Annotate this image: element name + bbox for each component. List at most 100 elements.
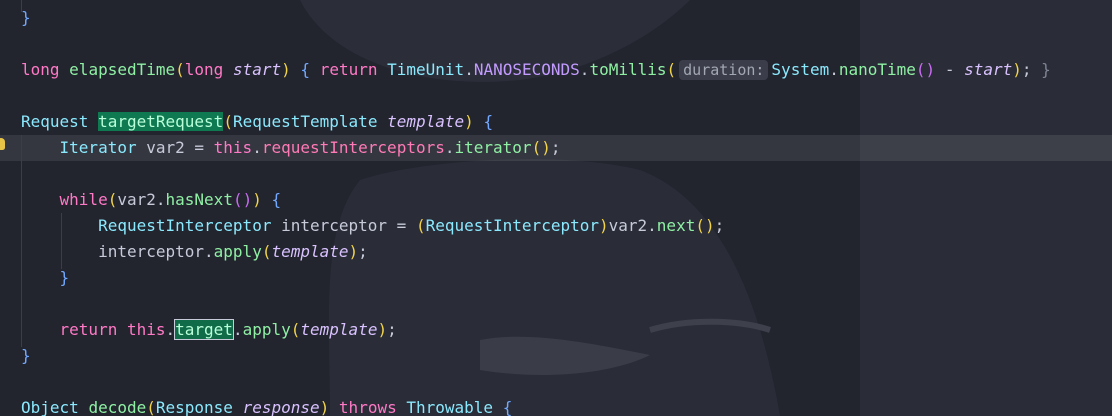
code-token: ()	[531, 138, 551, 157]
code-token: start	[232, 60, 282, 79]
code-line[interactable]: return this.target.apply(template);	[21, 317, 397, 343]
code-token: throws	[338, 398, 397, 416]
code-token: .	[444, 138, 455, 157]
code-line[interactable]: }	[21, 343, 31, 369]
code-token: var2.	[608, 216, 657, 235]
code-token: this	[126, 320, 166, 339]
code-token: var2.	[117, 190, 166, 209]
code-token: ;	[714, 216, 725, 235]
code-token: }	[1041, 60, 1051, 79]
code-token: this	[213, 138, 253, 157]
code-token: {	[300, 60, 311, 79]
code-token: requestInterceptors	[261, 138, 445, 157]
code-token: ()	[695, 216, 715, 235]
code-token: }	[59, 268, 70, 287]
code-token: return	[319, 60, 378, 79]
code-line[interactable]: interceptor.apply(template);	[21, 239, 368, 265]
code-line[interactable]: Request targetRequest(RequestTemplate te…	[21, 109, 493, 135]
code-token: Iterator	[59, 138, 137, 157]
code-token: ()	[232, 190, 253, 209]
code-token: )	[348, 242, 359, 261]
code-token: {	[271, 190, 282, 209]
code-token: System	[771, 60, 830, 79]
code-token: (	[175, 60, 185, 79]
code-token: RequestInterceptor	[425, 216, 599, 235]
code-line[interactable]: Object decode(Response response) throws …	[21, 395, 512, 416]
code-token: .	[464, 60, 474, 79]
code-line[interactable]: }	[21, 5, 31, 31]
code-token: -	[935, 60, 965, 79]
code-token: )	[319, 398, 330, 416]
code-line[interactable]: while(var2.hasNext()) {	[21, 187, 282, 213]
code-token: ;	[1021, 60, 1042, 79]
code-token: iterator	[454, 138, 532, 157]
parameter-hint: duration:	[679, 60, 769, 80]
code-token: (	[290, 320, 301, 339]
code-token: (	[223, 112, 233, 131]
code-token: template	[300, 320, 378, 339]
code-token: next	[656, 216, 696, 235]
code-token: long	[21, 60, 60, 79]
code-token: TimeUnit	[387, 60, 465, 79]
code-editor[interactable]: } long elapsedTime(long start) { return T…	[0, 0, 1112, 416]
code-token: template	[387, 112, 465, 131]
code-token: RequestTemplate	[232, 112, 378, 131]
code-line[interactable]: RequestInterceptor interceptor = (Reques…	[21, 213, 724, 239]
code-token: elapsedTime	[69, 60, 176, 79]
code-token: toMillis	[589, 60, 667, 79]
code-token: nanoTime	[838, 60, 916, 79]
code-token: targetRequest	[98, 112, 224, 131]
code-token: {	[483, 112, 494, 131]
code-token: )	[377, 320, 388, 339]
code-token: {	[502, 398, 513, 416]
code-token: Throwable	[406, 398, 494, 416]
code-token: )	[598, 216, 609, 235]
code-token: ;	[550, 138, 561, 157]
code-token: start	[964, 60, 1013, 79]
code-token: (	[415, 216, 426, 235]
code-token: while	[59, 190, 108, 209]
code-token: Response	[155, 398, 233, 416]
code-token: decode	[88, 398, 147, 416]
code-token: )	[464, 112, 474, 131]
code-token: NANOSECONDS	[473, 60, 580, 79]
code-token: apply	[213, 242, 262, 261]
code-token: .	[232, 320, 243, 339]
code-line[interactable]: Iterator var2 = this.requestInterceptors…	[21, 135, 561, 161]
code-token: ;	[387, 320, 397, 339]
code-token: (	[146, 398, 156, 416]
code-token: apply	[242, 320, 291, 339]
lightbulb-icon[interactable]	[0, 138, 5, 150]
code-token: target	[174, 319, 234, 340]
code-token: return	[59, 320, 118, 339]
code-token: Request	[21, 112, 89, 131]
code-token: interceptor =	[271, 216, 416, 235]
code-token: }	[21, 346, 31, 365]
code-token: )	[1012, 60, 1022, 79]
code-token: .	[579, 60, 590, 79]
code-token: hasNext	[165, 190, 233, 209]
code-token: )	[281, 60, 291, 79]
code-token: response	[242, 398, 320, 416]
code-line[interactable]: }	[21, 265, 70, 291]
code-token: (	[107, 190, 118, 209]
code-line[interactable]: long elapsedTime(long start) { return Ti…	[21, 57, 1051, 83]
code-token: .	[829, 60, 839, 79]
